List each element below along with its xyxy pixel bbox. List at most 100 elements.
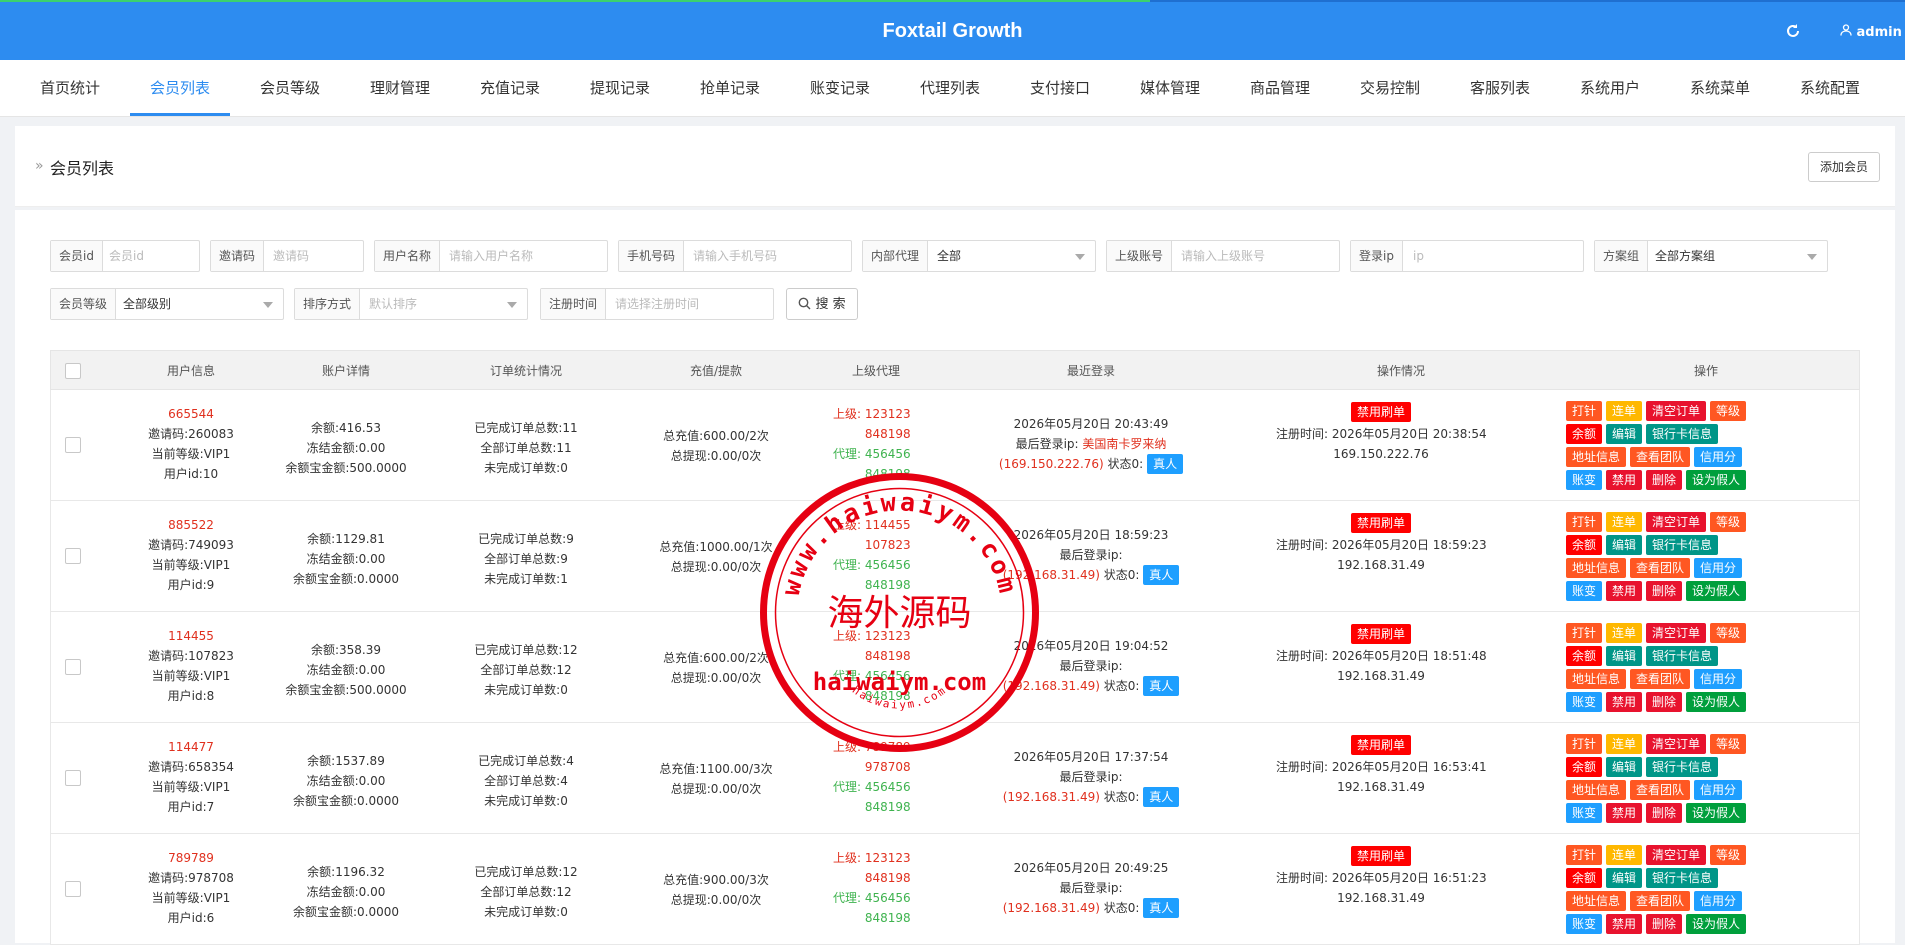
view-team-button[interactable]: 查看团队	[1630, 558, 1691, 578]
tab-account-changes[interactable]: 账变记录	[800, 60, 880, 116]
search-button[interactable]: 搜 索	[786, 288, 858, 320]
bank-card-button[interactable]: 银行卡信息	[1646, 535, 1719, 555]
clear-orders-button[interactable]: 清空订单	[1646, 734, 1707, 754]
disable-button[interactable]: 禁用	[1606, 581, 1643, 601]
register-time-input[interactable]: 请选择注册时间	[615, 289, 699, 319]
set-fake-button[interactable]: 设为假人	[1686, 581, 1747, 601]
delete-button[interactable]: 删除	[1646, 692, 1683, 712]
inject-button[interactable]: 打针	[1566, 512, 1603, 532]
edit-button[interactable]: 编辑	[1606, 757, 1643, 777]
tab-grab-orders[interactable]: 抢单记录	[690, 60, 770, 116]
user-menu[interactable]: admin	[1840, 24, 1902, 40]
edit-button[interactable]: 编辑	[1606, 535, 1643, 555]
select-all-checkbox[interactable]	[65, 363, 81, 379]
tab-payment[interactable]: 支付接口	[1020, 60, 1100, 116]
tab-products[interactable]: 商品管理	[1240, 60, 1320, 116]
inject-button[interactable]: 打针	[1566, 734, 1603, 754]
tab-home-stats[interactable]: 首页统计	[30, 60, 110, 116]
level-button[interactable]: 等级	[1710, 401, 1747, 421]
phone-input[interactable]: 请输入手机号码	[693, 241, 777, 271]
inject-button[interactable]: 打针	[1566, 623, 1603, 643]
chain-order-button[interactable]: 连单	[1606, 512, 1643, 532]
ban-brush-button[interactable]: 禁用刷单	[1350, 513, 1411, 533]
level-button[interactable]: 等级	[1710, 734, 1747, 754]
member-level-select[interactable]: 全部级别	[123, 289, 171, 319]
inject-button[interactable]: 打针	[1566, 401, 1603, 421]
clear-orders-button[interactable]: 清空订单	[1646, 401, 1707, 421]
credit-score-button[interactable]: 信用分	[1694, 780, 1743, 800]
ban-brush-button[interactable]: 禁用刷单	[1350, 624, 1411, 644]
ban-brush-button[interactable]: 禁用刷单	[1350, 735, 1411, 755]
row-checkbox[interactable]	[65, 659, 81, 675]
internal-agent-select[interactable]: 全部	[937, 241, 961, 271]
balance-button[interactable]: 余额	[1566, 646, 1603, 666]
tab-withdraw[interactable]: 提现记录	[580, 60, 660, 116]
delete-button[interactable]: 删除	[1646, 914, 1683, 934]
edit-button[interactable]: 编辑	[1606, 868, 1643, 888]
clear-orders-button[interactable]: 清空订单	[1646, 623, 1707, 643]
balance-button[interactable]: 余额	[1566, 424, 1603, 444]
row-checkbox[interactable]	[65, 548, 81, 564]
view-team-button[interactable]: 查看团队	[1630, 669, 1691, 689]
view-team-button[interactable]: 查看团队	[1630, 447, 1691, 467]
delete-button[interactable]: 删除	[1646, 581, 1683, 601]
delete-button[interactable]: 删除	[1646, 803, 1683, 823]
delete-button[interactable]: 删除	[1646, 470, 1683, 490]
balance-button[interactable]: 余额	[1566, 868, 1603, 888]
add-member-button[interactable]: 添加会员	[1808, 152, 1880, 182]
clear-orders-button[interactable]: 清空订单	[1646, 512, 1707, 532]
chain-order-button[interactable]: 连单	[1606, 623, 1643, 643]
disable-button[interactable]: 禁用	[1606, 692, 1643, 712]
address-button[interactable]: 地址信息	[1566, 447, 1627, 467]
username-link[interactable]: 114455	[126, 626, 256, 646]
tab-system-users[interactable]: 系统用户	[1570, 60, 1650, 116]
username-link[interactable]: 789789	[126, 848, 256, 868]
tab-customer-service[interactable]: 客服列表	[1460, 60, 1540, 116]
login-ip-input[interactable]: ip	[1413, 241, 1424, 271]
level-button[interactable]: 等级	[1710, 623, 1747, 643]
disable-button[interactable]: 禁用	[1606, 914, 1643, 934]
edit-button[interactable]: 编辑	[1606, 646, 1643, 666]
view-team-button[interactable]: 查看团队	[1630, 780, 1691, 800]
bank-card-button[interactable]: 银行卡信息	[1646, 424, 1719, 444]
parent-account-input[interactable]: 请输入上级账号	[1181, 241, 1265, 271]
username-link[interactable]: 114477	[126, 737, 256, 757]
address-button[interactable]: 地址信息	[1566, 780, 1627, 800]
username-link[interactable]: 665544	[126, 404, 256, 424]
tab-member-list[interactable]: 会员列表	[130, 60, 230, 116]
balance-button[interactable]: 余额	[1566, 535, 1603, 555]
level-button[interactable]: 等级	[1710, 845, 1747, 865]
ban-brush-button[interactable]: 禁用刷单	[1350, 402, 1411, 422]
tab-agents[interactable]: 代理列表	[910, 60, 990, 116]
set-fake-button[interactable]: 设为假人	[1686, 692, 1747, 712]
member-id-input[interactable]: 会员id	[109, 241, 144, 271]
address-button[interactable]: 地址信息	[1566, 669, 1627, 689]
invite-code-input[interactable]: 邀请码	[273, 241, 309, 271]
set-fake-button[interactable]: 设为假人	[1686, 803, 1747, 823]
account-change-button[interactable]: 账变	[1566, 914, 1603, 934]
chain-order-button[interactable]: 连单	[1606, 401, 1643, 421]
address-button[interactable]: 地址信息	[1566, 891, 1627, 911]
tab-member-level[interactable]: 会员等级	[250, 60, 330, 116]
username-input[interactable]: 请输入用户名称	[449, 241, 533, 271]
view-team-button[interactable]: 查看团队	[1630, 891, 1691, 911]
clear-orders-button[interactable]: 清空订单	[1646, 845, 1707, 865]
row-checkbox[interactable]	[65, 770, 81, 786]
account-change-button[interactable]: 账变	[1566, 803, 1603, 823]
account-change-button[interactable]: 账变	[1566, 692, 1603, 712]
bank-card-button[interactable]: 银行卡信息	[1646, 646, 1719, 666]
bank-card-button[interactable]: 银行卡信息	[1646, 868, 1719, 888]
credit-score-button[interactable]: 信用分	[1694, 891, 1743, 911]
set-fake-button[interactable]: 设为假人	[1686, 914, 1747, 934]
tab-trade-control[interactable]: 交易控制	[1350, 60, 1430, 116]
account-change-button[interactable]: 账变	[1566, 470, 1603, 490]
edit-button[interactable]: 编辑	[1606, 424, 1643, 444]
credit-score-button[interactable]: 信用分	[1694, 558, 1743, 578]
tab-system-config[interactable]: 系统配置	[1790, 60, 1870, 116]
tab-media[interactable]: 媒体管理	[1130, 60, 1210, 116]
bank-card-button[interactable]: 银行卡信息	[1646, 757, 1719, 777]
sort-select[interactable]: 默认排序	[369, 289, 417, 319]
address-button[interactable]: 地址信息	[1566, 558, 1627, 578]
refresh-icon[interactable]	[1785, 23, 1801, 39]
chain-order-button[interactable]: 连单	[1606, 734, 1643, 754]
